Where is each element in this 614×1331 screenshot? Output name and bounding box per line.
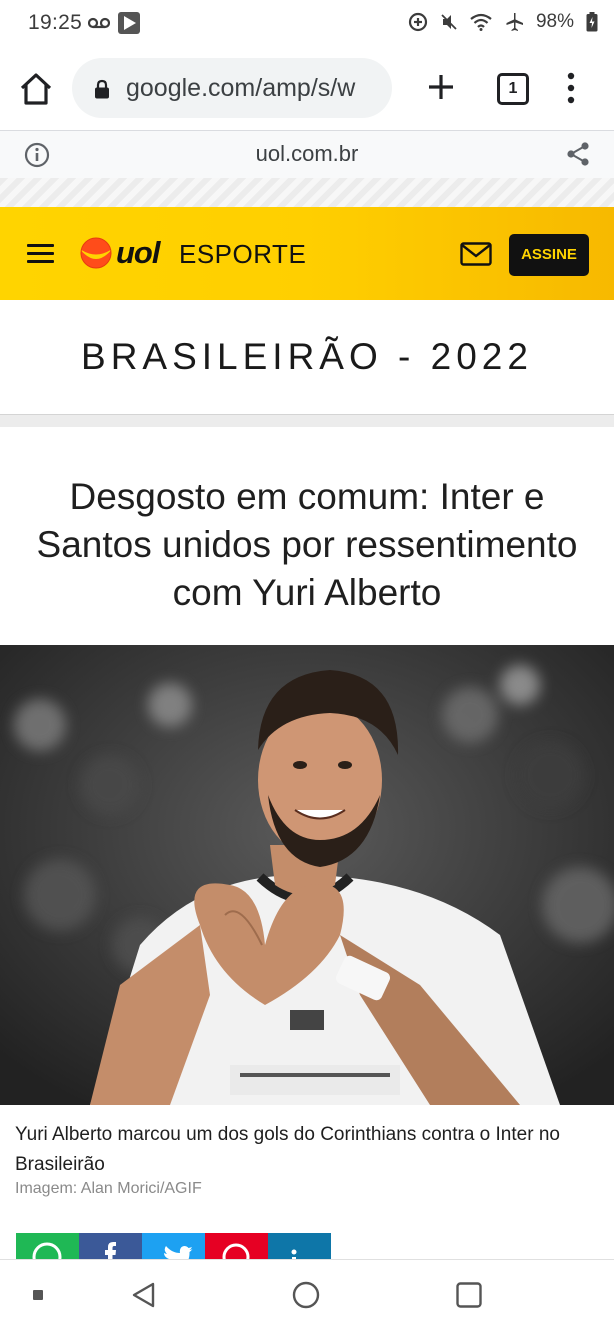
twitter-share-button[interactable] xyxy=(142,1233,205,1261)
tab-count: 1 xyxy=(508,80,518,97)
twitter-icon xyxy=(164,1246,193,1261)
uol-wordmark: uol xyxy=(116,235,160,270)
linkedin-share-button[interactable] xyxy=(268,1233,331,1261)
voicemail-icon xyxy=(88,17,110,29)
amp-domain[interactable]: uol.com.br xyxy=(0,141,614,167)
uol-logo[interactable]: uol xyxy=(80,235,160,271)
pinterest-icon xyxy=(222,1243,250,1261)
home-nav-icon[interactable] xyxy=(292,1281,320,1309)
facebook-icon xyxy=(105,1242,116,1261)
image-credit: Imagem: Alan Morici/AGIF xyxy=(15,1180,202,1197)
whatsapp-icon xyxy=(32,1242,62,1261)
site-section-name[interactable]: ESPORTE xyxy=(179,239,306,270)
wifi-icon xyxy=(470,13,492,31)
article-headline: Desgosto em comum: Inter e Santos unidos… xyxy=(36,476,578,613)
article-category[interactable]: BRASILEIRÃO - 2022 xyxy=(0,336,614,378)
uol-sun-icon xyxy=(80,237,112,269)
status-time: 19:25 xyxy=(28,11,83,34)
tab-switcher-button[interactable]: 1 xyxy=(497,73,529,105)
play-store-icon xyxy=(118,12,140,34)
share-icon[interactable] xyxy=(566,141,590,167)
mail-icon[interactable] xyxy=(460,242,492,266)
mute-icon xyxy=(441,14,457,30)
status-notifications xyxy=(88,12,140,34)
share-buttons xyxy=(16,1233,331,1261)
image-caption: Yuri Alberto marcou um dos gols do Corin… xyxy=(15,1124,560,1175)
amp-divider-stripe xyxy=(0,178,614,207)
facebook-share-button[interactable] xyxy=(79,1233,142,1261)
battery-icon xyxy=(586,12,598,32)
browser-toolbar: google.com/amp/s/w 1 xyxy=(0,46,614,130)
keyboard-indicator-icon xyxy=(33,1290,43,1300)
url-text[interactable]: google.com/amp/s/w xyxy=(126,74,388,103)
overflow-menu-icon[interactable] xyxy=(563,70,579,106)
lock-icon xyxy=(95,79,109,99)
linkedin-icon xyxy=(291,1249,297,1261)
airplane-mode-icon xyxy=(506,13,523,31)
whatsapp-share-button[interactable] xyxy=(16,1233,79,1261)
new-tab-icon[interactable] xyxy=(424,70,458,104)
subscribe-button[interactable]: ASSINE xyxy=(509,234,589,276)
data-saver-icon xyxy=(408,12,428,32)
home-icon[interactable] xyxy=(18,72,54,106)
player-photo xyxy=(0,645,614,1105)
amp-header: uol.com.br xyxy=(0,130,614,179)
back-icon[interactable] xyxy=(130,1281,158,1309)
recent-apps-icon[interactable] xyxy=(456,1282,482,1308)
article-hero-image[interactable] xyxy=(0,645,614,1105)
status-indicators: 98% xyxy=(408,11,598,33)
site-header: uol ESPORTE ASSINE xyxy=(0,207,614,300)
address-bar[interactable]: google.com/amp/s/w xyxy=(72,58,392,118)
pinterest-share-button[interactable] xyxy=(205,1233,268,1261)
hamburger-menu-icon[interactable] xyxy=(27,244,54,264)
system-navigation-bar xyxy=(0,1259,614,1331)
info-icon[interactable] xyxy=(24,142,50,168)
battery-percentage: 98% xyxy=(535,11,574,32)
status-bar: 19:25 98% xyxy=(0,0,614,46)
section-divider xyxy=(0,414,614,427)
